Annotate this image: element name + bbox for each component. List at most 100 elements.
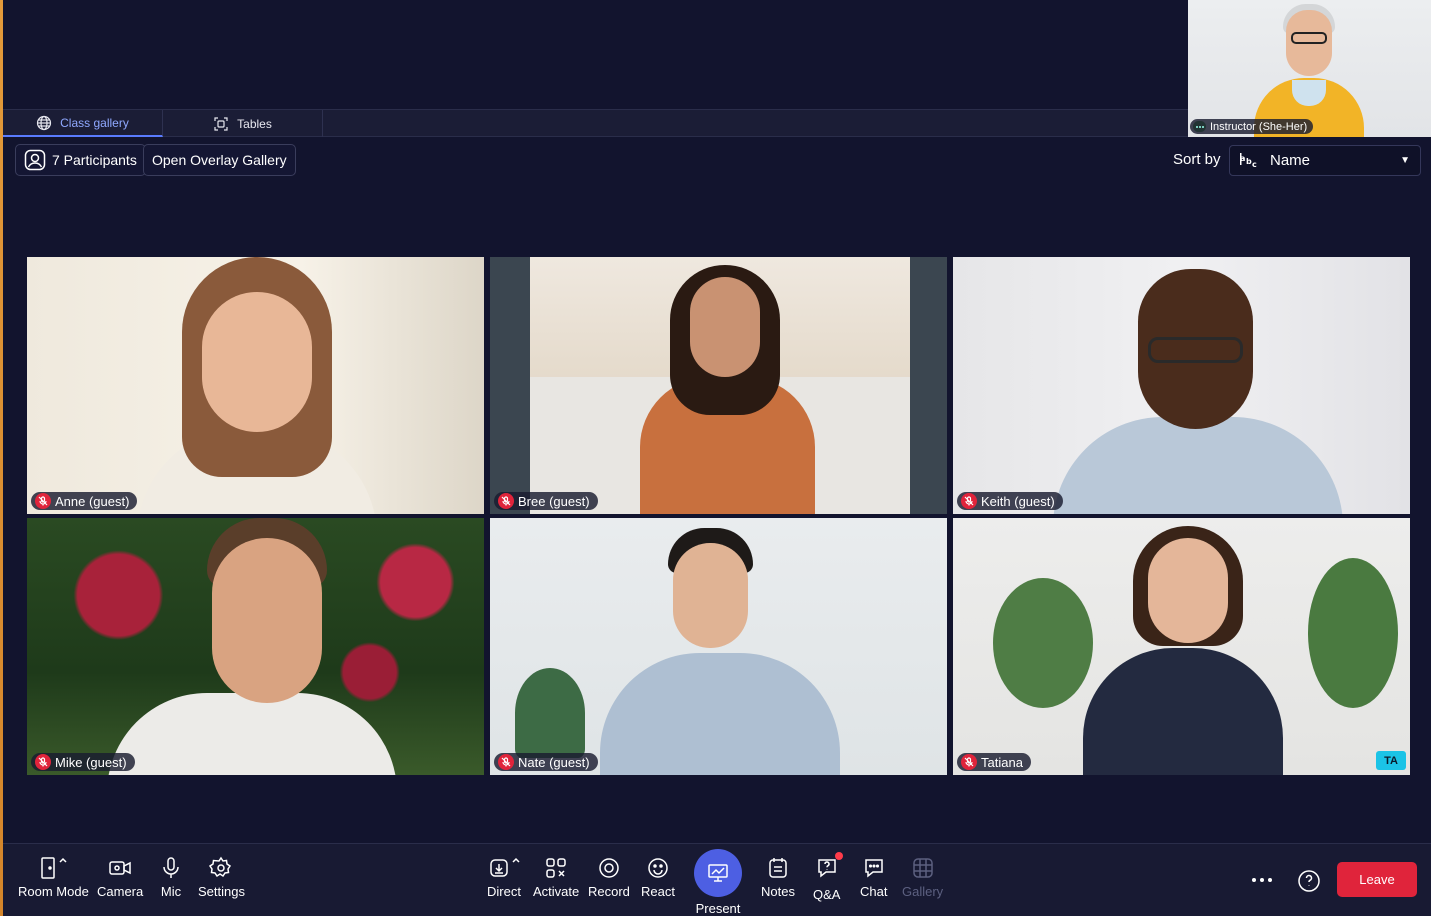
activate-icon xyxy=(546,858,566,878)
instructor-glasses xyxy=(1291,32,1327,44)
person-body xyxy=(107,693,397,775)
qa-icon-wrap xyxy=(815,852,843,883)
participant-name-chip: Nate (guest) xyxy=(494,753,598,771)
tables-icon xyxy=(214,116,228,131)
more-options-button[interactable] xyxy=(1250,868,1274,892)
gallery-button[interactable]: Gallery xyxy=(902,856,943,899)
react-button[interactable]: React xyxy=(641,856,675,899)
help-icon xyxy=(1298,870,1320,892)
tab-class-gallery[interactable]: Class gallery xyxy=(3,110,163,137)
notes-icon xyxy=(769,858,787,878)
mic-off-icon xyxy=(498,493,514,509)
sort-select[interactable]: a b c Name ▼ xyxy=(1229,145,1421,176)
present-button[interactable]: Present xyxy=(694,849,742,916)
overlay-label: Open Overlay Gallery xyxy=(152,152,287,168)
person-head xyxy=(690,277,760,377)
participant-tile-mike[interactable]: Mike (guest) xyxy=(27,518,484,775)
instructor-video[interactable]: Instructor (She-Her) xyxy=(1188,0,1431,137)
notification-dot xyxy=(834,852,843,860)
window-frame xyxy=(490,257,530,514)
ta-badge: TA xyxy=(1376,751,1406,770)
abc-sort-icon: a b c xyxy=(1240,152,1257,169)
tab-tables-label: Tables xyxy=(237,116,272,131)
present-icon xyxy=(708,864,728,882)
instructor-name-chip: Instructor (She-Her) xyxy=(1190,119,1314,134)
activate-button[interactable]: Activate xyxy=(533,856,579,899)
mic-icon xyxy=(163,857,179,878)
smiley-icon xyxy=(648,858,668,878)
participant-name-chip: Keith (guest) xyxy=(957,492,1063,510)
mic-off-icon xyxy=(35,754,51,770)
person-head xyxy=(202,292,312,432)
help-button[interactable] xyxy=(1297,869,1321,893)
mic-off-icon xyxy=(498,754,514,770)
record-label: Record xyxy=(588,884,630,899)
leave-button[interactable]: Leave xyxy=(1337,862,1417,897)
open-overlay-gallery-button[interactable]: Open Overlay Gallery xyxy=(143,144,296,176)
react-label: React xyxy=(641,884,675,899)
present-label: Present xyxy=(695,901,741,916)
chat-label: Chat xyxy=(860,884,888,899)
person-head xyxy=(212,538,322,703)
notes-button[interactable]: Notes xyxy=(761,856,795,899)
camera-button[interactable]: Camera xyxy=(97,856,143,899)
gallery-label: Gallery xyxy=(902,884,944,899)
participant-name: Nate (guest) xyxy=(518,754,590,770)
tab-tables[interactable]: Tables xyxy=(163,110,323,137)
person-body xyxy=(1053,417,1343,514)
qa-button[interactable]: Q&A xyxy=(813,852,843,902)
present-circle xyxy=(694,849,742,897)
qa-label: Q&A xyxy=(813,887,841,902)
plant-left xyxy=(993,578,1093,708)
record-button[interactable]: Record xyxy=(588,856,630,899)
room-mode-icon xyxy=(41,857,67,879)
globe-icon xyxy=(37,115,52,130)
gear-icon xyxy=(209,856,232,878)
activate-label: Activate xyxy=(533,884,580,899)
participant-tile-tatiana[interactable]: Tatiana TA xyxy=(953,518,1410,775)
participant-name-chip: Tatiana xyxy=(957,753,1031,771)
instructor-name: Instructor (She-Her) xyxy=(1210,120,1308,133)
participants-label: 7 Participants xyxy=(52,152,137,168)
speaking-indicator-icon xyxy=(1193,121,1206,132)
participant-name: Tatiana xyxy=(981,754,1023,770)
participant-tile-keith[interactable]: Keith (guest) xyxy=(953,257,1410,514)
glasses xyxy=(1148,337,1243,363)
mic-off-icon xyxy=(961,754,977,770)
sort-by-label: Sort by xyxy=(1173,151,1221,168)
plant xyxy=(515,668,585,758)
person-head xyxy=(1148,538,1228,643)
sort-value: Name xyxy=(1270,152,1311,169)
record-icon xyxy=(599,858,619,878)
participant-tile-nate[interactable]: Nate (guest) xyxy=(490,518,947,775)
camera-label: Camera xyxy=(97,884,144,899)
participant-name: Keith (guest) xyxy=(981,493,1055,509)
mic-button[interactable]: Mic xyxy=(159,856,183,899)
gallery-tabs: Class gallery Tables xyxy=(3,109,1188,137)
tab-class-gallery-label: Class gallery xyxy=(60,115,129,130)
settings-button[interactable]: Settings xyxy=(198,856,245,899)
room-mode-button[interactable]: Room Mode xyxy=(18,856,89,899)
plant-right xyxy=(1308,558,1398,708)
mic-off-icon xyxy=(961,493,977,509)
participants-button[interactable]: 7 Participants xyxy=(15,144,146,176)
participant-name-chip: Bree (guest) xyxy=(494,492,598,510)
mic-label: Mic xyxy=(160,884,182,899)
user-icon xyxy=(24,149,46,171)
window-frame-right xyxy=(910,257,947,514)
chat-icon xyxy=(864,859,883,878)
svg-text:c: c xyxy=(1252,160,1257,169)
person-head xyxy=(673,543,748,648)
participant-tile-anne[interactable]: Anne (guest) xyxy=(27,257,484,514)
gallery-grid-icon xyxy=(912,858,933,878)
direct-button[interactable]: Direct xyxy=(487,856,521,899)
participant-name: Anne (guest) xyxy=(55,493,130,509)
window-accent-edge xyxy=(0,0,3,916)
more-dots-icon xyxy=(1252,878,1272,882)
participant-tile-bree[interactable]: Bree (guest) xyxy=(490,257,947,514)
settings-label: Settings xyxy=(198,884,245,899)
participant-name: Mike (guest) xyxy=(55,754,127,770)
chat-button[interactable]: Chat xyxy=(860,856,887,899)
participant-name-chip: Mike (guest) xyxy=(31,753,135,771)
app-root: Instructor (She-Her) Class gallery Table… xyxy=(0,0,1431,916)
